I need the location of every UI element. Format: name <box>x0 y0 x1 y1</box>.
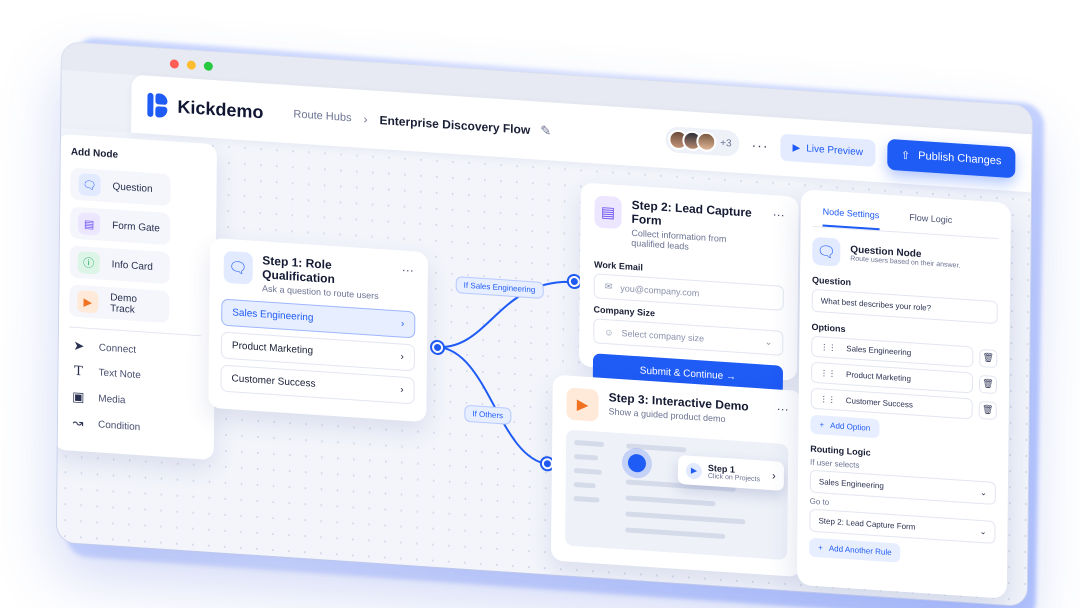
chevron-right-icon: › <box>400 351 404 363</box>
preview-line <box>573 481 596 489</box>
upload-icon: ⇧ <box>900 149 911 162</box>
preview-line <box>574 440 605 448</box>
submit-label: Submit & Continue <box>639 365 724 382</box>
tab-node-settings[interactable]: Node Settings <box>822 200 880 231</box>
brand-logo[interactable]: Kickdemo <box>147 92 264 125</box>
add-option-label: Add Option <box>830 421 871 433</box>
step2-node[interactable]: ▤ Step 2: Lead Capture Form Collect info… <box>578 182 799 395</box>
trash-icon[interactable]: 🗑 <box>978 400 997 420</box>
publish-label: Publish Changes <box>918 149 1002 168</box>
play-icon: ▶ <box>685 461 703 479</box>
chevron-right-icon: › <box>400 318 405 330</box>
step1-output-port[interactable] <box>431 341 444 354</box>
preview-line <box>573 467 602 475</box>
drag-handle-icon[interactable]: ⋮⋮ <box>820 368 836 378</box>
step1-node[interactable]: 🗨 Step 1: Role Qualification Ask a quest… <box>208 237 429 423</box>
mail-icon: ✉ <box>604 281 613 292</box>
hotspot-marker[interactable] <box>627 453 647 473</box>
option-value: Product Marketing <box>845 370 911 384</box>
form-document-icon: ▤ <box>594 195 622 230</box>
users-icon: ☺ <box>604 326 614 338</box>
preview-line <box>573 454 599 461</box>
preview-line <box>626 443 687 453</box>
arrow-right-icon: → <box>725 371 737 383</box>
more-options-icon[interactable]: ··· <box>777 401 789 416</box>
option-value: Sales Engineering <box>846 344 912 358</box>
edge-label-if-others[interactable]: If Others <box>464 404 512 425</box>
email-placeholder: you@company.com <box>620 282 700 298</box>
go-to-value: Step 2: Lead Capture Form <box>818 516 916 532</box>
more-options-icon[interactable]: ··· <box>751 137 768 154</box>
play-icon: ▶ <box>566 387 599 422</box>
company-size-placeholder: Select company size <box>621 327 705 344</box>
option-label: Customer Success <box>231 373 316 390</box>
step2-input-port[interactable] <box>568 275 580 288</box>
more-options-icon[interactable]: ··· <box>402 263 414 278</box>
demo-preview[interactable]: ▶ Step 1 Click on Projects › <box>565 429 789 561</box>
close-window-dot[interactable] <box>169 58 179 69</box>
preview-line <box>625 527 726 540</box>
edge-others <box>437 345 548 466</box>
node-settings-panel: Node Settings Flow Logic 🗨 Question Node… <box>796 189 1011 599</box>
preview-line <box>625 511 746 525</box>
trash-icon[interactable]: 🗑 <box>978 374 998 394</box>
step1-option[interactable]: Customer Success › <box>220 364 415 405</box>
option-label: Sales Engineering <box>232 307 314 324</box>
chevron-down-icon: ⌄ <box>980 487 987 498</box>
chat-bubble-icon: 🗨 <box>812 236 841 267</box>
plus-icon: + <box>819 420 825 430</box>
trash-icon[interactable]: 🗑 <box>979 348 998 368</box>
add-option-button[interactable]: + Add Option <box>810 414 880 439</box>
option-value: Customer Success <box>845 396 913 410</box>
avatar <box>696 131 717 153</box>
drag-handle-icon[interactable]: ⋮⋮ <box>820 394 836 404</box>
flow-title: Enterprise Discovery Flow <box>379 113 531 138</box>
chat-bubble-icon: 🗨 <box>223 250 253 285</box>
add-rule-label: Add Another Rule <box>828 543 892 558</box>
collaborators[interactable]: +3 <box>665 126 740 157</box>
breadcrumb-route-hubs[interactable]: Route Hubs <box>293 108 351 124</box>
chevron-right-icon: › <box>400 384 404 396</box>
drag-handle-icon[interactable]: ⋮⋮ <box>820 342 836 352</box>
preview-line <box>625 495 716 507</box>
app-window: Add Node 🗨 Question ▤ Form Gate ⓘ Info C… <box>56 42 1032 607</box>
publish-changes-button[interactable]: ⇧ Publish Changes <box>886 138 1016 178</box>
option-label: Product Marketing <box>231 340 314 357</box>
live-preview-label: Live Preview <box>806 142 864 158</box>
option-input[interactable]: ⋮⋮ Customer Success <box>810 387 973 420</box>
preview-line <box>573 495 600 503</box>
tab-flow-logic[interactable]: Flow Logic <box>909 206 952 235</box>
scene: Add Node 🗨 Question ▤ Form Gate ⓘ Info C… <box>0 0 1080 608</box>
selected-value: Sales Engineering <box>818 477 884 491</box>
live-preview-button[interactable]: ▶ Live Preview <box>780 133 876 167</box>
collaborators-count: +3 <box>720 137 732 149</box>
chevron-down-icon: ⌄ <box>764 336 773 348</box>
pencil-edit-icon[interactable]: ✎ <box>540 123 551 140</box>
app-name: Kickdemo <box>177 96 264 122</box>
node-summary: 🗨 Question Node Route users based on the… <box>812 236 998 277</box>
breadcrumb-separator: › <box>363 112 368 127</box>
play-icon: ▶ <box>792 142 801 154</box>
minimize-window-dot[interactable] <box>186 59 196 70</box>
step3-node[interactable]: ▶ Step 3: Interactive Demo Show a guided… <box>550 374 803 578</box>
settings-tabs: Node Settings Flow Logic <box>812 199 999 240</box>
step1-option[interactable]: Product Marketing › <box>220 331 416 372</box>
kickdemo-logo-icon <box>147 92 169 118</box>
chevron-right-icon: › <box>771 469 776 482</box>
add-rule-button[interactable]: + Add Another Rule <box>809 537 901 563</box>
plus-icon: + <box>818 543 823 553</box>
chevron-down-icon: ⌄ <box>979 526 987 537</box>
maximize-window-dot[interactable] <box>203 60 213 71</box>
more-options-icon[interactable]: ··· <box>773 207 785 222</box>
